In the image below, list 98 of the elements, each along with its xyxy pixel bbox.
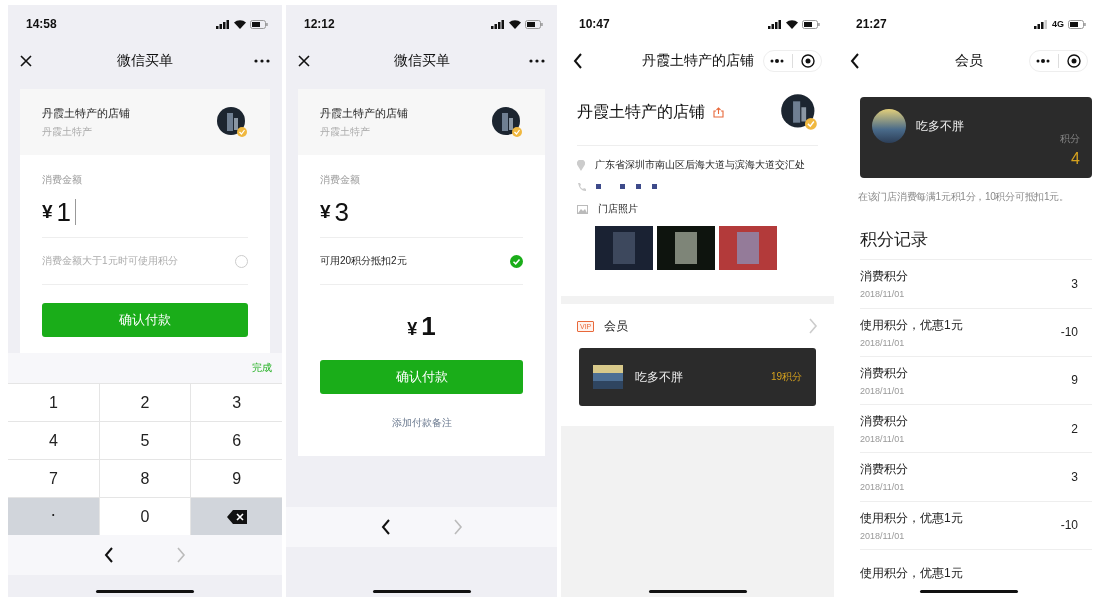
shop-avatar — [491, 106, 523, 138]
back-icon[interactable] — [380, 518, 391, 535]
record-title: 消费积分 — [860, 364, 908, 382]
record-points: 3 — [1071, 469, 1079, 484]
record-date: 2018/11/01 — [860, 289, 906, 300]
wifi-icon — [786, 19, 798, 29]
points-label: 积分 — [1060, 132, 1080, 147]
photo-placeholder[interactable] — [657, 226, 715, 270]
more-icon[interactable] — [529, 59, 545, 63]
checked-icon[interactable] — [510, 254, 523, 268]
back-icon[interactable] — [850, 53, 860, 69]
shop-avatar — [216, 106, 248, 138]
more-icon[interactable] — [1036, 59, 1050, 63]
add-note-link[interactable]: 添加付款备注 — [320, 416, 523, 440]
keypad-key[interactable]: 3 — [191, 384, 282, 421]
record-title: 使用积分，优惠1元 — [860, 564, 963, 582]
points-rule: 在该门店消费每满1元积1分，10积分可抵扣1元。 — [858, 190, 1070, 205]
signal-icon — [216, 19, 230, 29]
amount-label: 消费金额 — [42, 173, 83, 187]
records-title: 积分记录 — [860, 229, 929, 252]
member-name: 吃多不胖 — [916, 118, 965, 135]
amount-input[interactable]: ¥1 — [42, 187, 248, 237]
store-address: 广东省深圳市南山区后海大道与滨海大道交汇处 — [595, 158, 805, 172]
image-icon — [577, 204, 588, 214]
wifi-icon — [234, 19, 246, 29]
back-icon[interactable] — [104, 547, 114, 563]
status-time: 12:12 — [304, 17, 335, 31]
close-icon[interactable] — [298, 55, 310, 67]
keypad-key[interactable]: 7 — [8, 460, 99, 497]
member-points: 19积分 — [770, 370, 802, 384]
record-title: 消费积分 — [860, 413, 908, 431]
photos-label: 门店照片 — [598, 202, 638, 216]
member-name: 吃多不胖 — [635, 368, 684, 386]
keypad-key[interactable]: 4 — [8, 422, 99, 459]
record-title: 消费积分 — [860, 268, 908, 286]
record-date: 2018/11/01 — [860, 434, 906, 445]
battery-icon — [802, 19, 820, 29]
points-value: 4 — [1071, 150, 1080, 169]
keypad-key[interactable]: 8 — [99, 460, 191, 497]
member-card[interactable]: 吃多不胖 19积分 — [579, 348, 816, 406]
record-date: 2018/11/01 — [860, 482, 906, 493]
more-icon[interactable] — [254, 59, 270, 63]
status-time: 14:58 — [26, 17, 57, 31]
record-title: 使用积分，优惠1元 — [860, 316, 963, 334]
close-icon[interactable] — [20, 55, 32, 67]
network-type: 4G — [1052, 19, 1064, 29]
signal-icon — [1034, 19, 1048, 29]
page-title: 微信买单 — [393, 52, 450, 70]
wifi-icon — [509, 19, 521, 29]
record-points: -10 — [1060, 518, 1079, 533]
record-date: 2018/11/01 — [860, 337, 906, 348]
back-icon[interactable] — [573, 53, 583, 69]
status-time: 10:47 — [579, 17, 610, 31]
member-section-title: 会员 — [604, 317, 629, 335]
keypad-key[interactable]: 0 — [99, 498, 191, 535]
page-title: 会员 — [955, 52, 983, 70]
record-points: 3 — [1071, 276, 1079, 291]
close-target-icon[interactable] — [1067, 54, 1081, 68]
share-icon[interactable] — [713, 106, 724, 118]
signal-icon — [491, 19, 505, 29]
battery-icon — [525, 19, 543, 29]
battery-icon — [1068, 19, 1086, 29]
shop-avatar — [780, 93, 818, 131]
battery-icon — [250, 19, 268, 29]
record-title: 消费积分 — [860, 461, 908, 479]
shop-subtitle: 丹霞土特产 — [42, 124, 93, 139]
keypad-key[interactable]: 9 — [191, 460, 282, 497]
amount-label: 消费金额 — [320, 173, 361, 187]
keypad-key[interactable]: 2 — [99, 384, 191, 421]
keypad-key[interactable]: . — [8, 498, 99, 535]
record-points: 2 — [1071, 421, 1079, 436]
shop-name: 丹霞土特产的店铺 — [42, 105, 130, 121]
page-title: 丹霞土特产的店铺 — [641, 52, 754, 70]
backspace-icon[interactable] — [226, 509, 247, 524]
member-avatar — [872, 109, 906, 143]
keypad-key[interactable]: 6 — [191, 422, 282, 459]
location-pin-icon — [577, 159, 585, 171]
shop-name: 丹霞土特产的店铺 — [320, 105, 408, 121]
signal-icon — [768, 19, 782, 29]
keypad-key[interactable]: 5 — [99, 422, 191, 459]
points-option-text: 可用20积分抵扣2元 — [320, 254, 407, 268]
record-date: 2018/11/01 — [860, 530, 906, 541]
close-target-icon[interactable] — [801, 54, 815, 68]
record-points: -10 — [1060, 325, 1079, 340]
phone-icon — [577, 182, 586, 192]
total-amount: ¥1 — [406, 311, 437, 342]
shop-subtitle: 丹霞土特产 — [320, 124, 371, 139]
points-option-text: 消费金额大于1元时可使用积分 — [42, 254, 178, 268]
member-avatar — [593, 365, 623, 389]
record-points: 9 — [1071, 373, 1079, 388]
record-title: 使用积分，优惠1元 — [860, 509, 963, 527]
keypad-key[interactable]: 1 — [8, 384, 99, 421]
store-name: 丹霞土特产的店铺 — [577, 101, 705, 122]
page-title: 微信买单 — [117, 52, 173, 70]
status-time: 21:27 — [856, 17, 887, 31]
record-date: 2018/11/01 — [860, 385, 906, 396]
more-icon[interactable] — [770, 59, 784, 63]
amount-input[interactable]: ¥3 — [320, 187, 523, 237]
